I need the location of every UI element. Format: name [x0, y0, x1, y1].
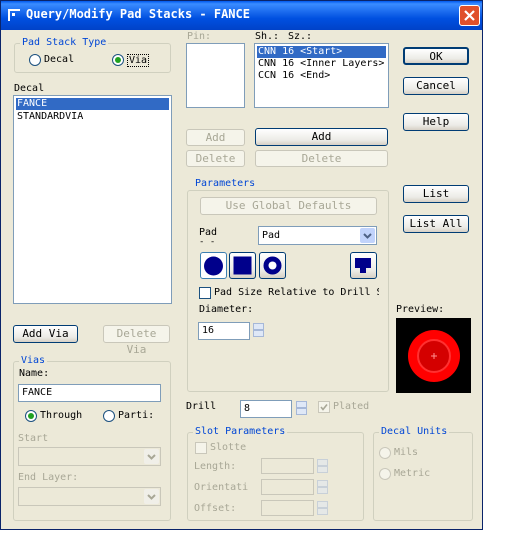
- add-pin-button[interactable]: Add: [186, 129, 245, 146]
- plated-label: Plated: [333, 401, 370, 412]
- delete-pin-button[interactable]: Delete: [186, 150, 245, 167]
- orientation-label: Orientati: [194, 482, 249, 493]
- layers-listbox[interactable]: CNN 16 <Start> CNN 16 <Inner Layers> CCN…: [254, 43, 389, 108]
- layer-list-item[interactable]: CNN 16 <Inner Layers>: [257, 58, 386, 70]
- via-name-field[interactable]: FANCE: [18, 384, 161, 402]
- pad-stack-type-title: Pad Stack Type: [20, 37, 109, 48]
- help-button[interactable]: Help: [403, 113, 469, 131]
- ok-button[interactable]: OK: [403, 47, 469, 65]
- end-layer-label: End Layer:: [18, 472, 79, 483]
- decal-list-label: Decal: [14, 83, 45, 94]
- square-pad-button[interactable]: [229, 252, 256, 279]
- decal-listbox[interactable]: FANCE STANDARDVIA: [13, 95, 172, 304]
- preview-label: Preview:: [396, 304, 445, 315]
- partial-radio[interactable]: [103, 410, 115, 422]
- spin-down-icon[interactable]: [296, 408, 307, 415]
- title-bar[interactable]: Query/Modify Pad Stacks - FANCE: [1, 1, 482, 30]
- pin-label: Pin:: [187, 31, 212, 42]
- length-field[interactable]: [261, 458, 314, 474]
- preview-canvas: [396, 318, 471, 393]
- pad-preview-graphic: [408, 330, 460, 382]
- offset-spinner[interactable]: [317, 501, 328, 515]
- round-pad-button[interactable]: [200, 252, 227, 279]
- add-shape-button[interactable]: Add: [255, 128, 388, 146]
- decal-radio[interactable]: [29, 54, 41, 66]
- metric-label: Metric: [394, 468, 431, 479]
- list-all-button[interactable]: List All: [403, 215, 469, 233]
- spin-up-icon[interactable]: [253, 323, 264, 330]
- decal-units-title: Decal Units: [379, 426, 450, 437]
- mils-radio[interactable]: [379, 447, 391, 459]
- custom-pad-icon: [355, 258, 371, 273]
- pad-type-label-underline: - -: [199, 237, 216, 247]
- start-layer-select[interactable]: [18, 447, 161, 466]
- metric-radio[interactable]: [379, 468, 391, 480]
- spin-up-icon[interactable]: [296, 401, 307, 408]
- pin-listbox[interactable]: [186, 43, 245, 108]
- slotted-label: Slotte: [210, 442, 247, 453]
- spin-down-icon[interactable]: [253, 330, 264, 337]
- use-global-defaults-button[interactable]: Use Global Defaults: [200, 197, 377, 215]
- offset-field[interactable]: [261, 500, 314, 516]
- partial-radio-label: Parti:: [118, 410, 155, 421]
- diameter-label: Diameter:: [199, 304, 254, 315]
- orientation-spinner[interactable]: [317, 480, 328, 494]
- pad-type-value: Pad: [262, 230, 281, 241]
- diameter-field[interactable]: 16: [198, 322, 250, 340]
- app-icon: [8, 9, 20, 21]
- through-radio-label: Through: [40, 410, 83, 421]
- cancel-button[interactable]: Cancel: [403, 77, 469, 95]
- slotted-checkbox[interactable]: [195, 442, 207, 454]
- slot-parameters-title: Slot Parameters: [193, 426, 288, 437]
- through-radio[interactable]: [25, 410, 37, 422]
- via-name-label: Name:: [19, 368, 50, 379]
- end-layer-select[interactable]: [18, 487, 161, 506]
- annular-pad-button[interactable]: [259, 252, 286, 279]
- pad-size-relative-label: Pad Size Relative to Drill S: [214, 287, 379, 298]
- diameter-spinner[interactable]: [253, 323, 264, 337]
- drill-label: Drill: [186, 401, 217, 412]
- chevron-down-icon: [363, 233, 372, 239]
- round-pad-icon: [204, 256, 223, 276]
- start-label: Start: [18, 433, 49, 444]
- via-radio[interactable]: [112, 54, 124, 66]
- layer-list-item[interactable]: CNN 16 <Start>: [257, 46, 386, 58]
- pad-size-relative-checkbox[interactable]: [199, 287, 211, 299]
- drill-field[interactable]: 8: [240, 400, 292, 418]
- length-label: Length:: [194, 461, 237, 472]
- parameters-title: Parameters: [193, 178, 258, 189]
- decal-list-item[interactable]: FANCE: [16, 98, 169, 110]
- square-pad-icon: [233, 256, 252, 275]
- chevron-down-icon: [147, 494, 156, 500]
- list-button[interactable]: List: [403, 185, 469, 203]
- custom-pad-button[interactable]: [350, 252, 377, 279]
- window-title: Query/Modify Pad Stacks - FANCE: [26, 7, 250, 21]
- length-spinner[interactable]: [317, 459, 328, 473]
- via-radio-label: Via: [127, 54, 150, 67]
- check-icon: [320, 404, 328, 411]
- delete-via-button[interactable]: Delete Via: [103, 325, 170, 356]
- chevron-down-icon: [147, 454, 156, 460]
- close-icon: [464, 10, 475, 21]
- annular-pad-icon: [263, 256, 282, 275]
- layer-list-item[interactable]: CCN 16 <End>: [257, 70, 386, 82]
- orientation-field[interactable]: [261, 479, 314, 495]
- add-via-button[interactable]: Add Via: [13, 325, 78, 343]
- drill-spinner[interactable]: [296, 401, 307, 415]
- sh-label: Sh.:: [255, 31, 280, 42]
- pad-type-select[interactable]: Pad: [258, 226, 377, 245]
- decal-list-item[interactable]: STANDARDVIA: [16, 111, 169, 123]
- vias-title: Vias: [19, 355, 48, 366]
- mils-label: Mils: [394, 447, 419, 458]
- offset-label: Offset:: [194, 503, 237, 514]
- plated-checkbox[interactable]: [318, 401, 330, 413]
- close-button[interactable]: [459, 5, 480, 26]
- decal-radio-label: Decal: [44, 54, 75, 65]
- delete-shape-button[interactable]: Delete: [255, 150, 388, 167]
- sz-label: Sz.:: [288, 31, 313, 42]
